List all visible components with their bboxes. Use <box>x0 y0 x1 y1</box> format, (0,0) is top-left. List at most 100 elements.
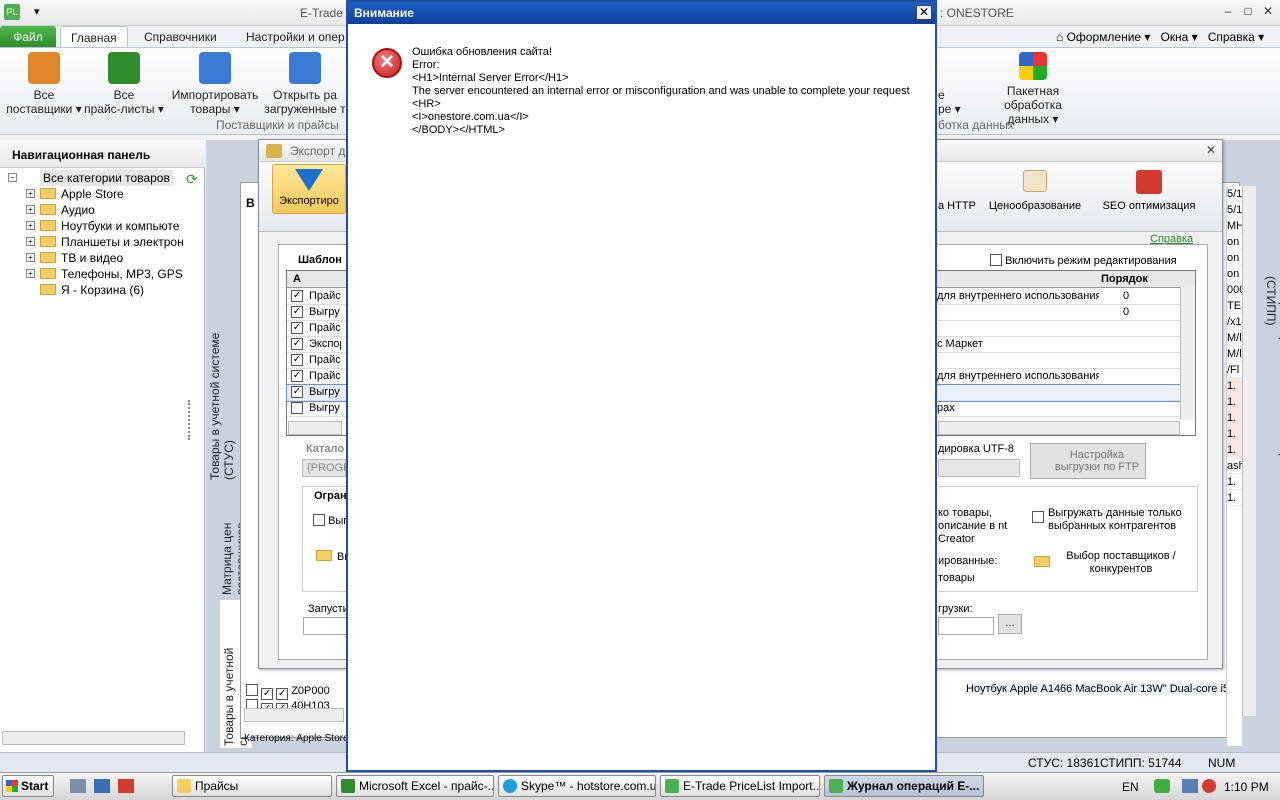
choose-suppliers-button[interactable]: Выбор поставщиков / конкурентов <box>1034 550 1184 576</box>
catalog-input[interactable]: {PROGR <box>302 459 351 477</box>
etrade-icon <box>665 779 679 793</box>
edit-mode-checkbox[interactable]: Включить режим редактирования <box>990 254 1177 267</box>
button-label: загруженные т <box>264 102 346 116</box>
all-suppliers-button[interactable]: Все поставщики ▾ <box>6 52 82 116</box>
ribbon-partial-button[interactable]: е ре ▾ <box>938 52 974 116</box>
appearance-menu[interactable]: ⌂ Оформление ▾ <box>1056 30 1150 44</box>
grid-horizontal-scrollbar[interactable] <box>244 708 344 722</box>
expand-icon[interactable]: + <box>26 269 35 278</box>
language-indicator[interactable]: EN <box>1122 780 1139 794</box>
all-pricelists-button[interactable]: Все прайс-листы ▾ <box>84 52 164 116</box>
checkbox[interactable]: ✓ <box>291 306 303 318</box>
checkbox[interactable]: ✓ <box>291 338 303 350</box>
browse-button[interactable]: ... <box>998 614 1022 634</box>
checkbox[interactable] <box>313 514 325 526</box>
stipp-vertical-scrollbar[interactable] <box>1242 186 1256 716</box>
file-tab[interactable]: Файл <box>0 26 56 48</box>
formed-option[interactable]: ированные: товары <box>938 553 1008 587</box>
column-header: Порядок <box>1101 273 1148 285</box>
nav-horizontal-scrollbar[interactable] <box>2 731 185 745</box>
stipp-grid-column: 5/15/1МНononon000ТЕ/х1M/lM/l/Fl1.1.1.1.1… <box>1226 186 1242 746</box>
expand-icon[interactable]: + <box>26 205 35 214</box>
export-button[interactable]: Экспортиро <box>272 164 346 214</box>
quicklaunch-icon[interactable] <box>70 779 86 793</box>
stipp-cell: 1. <box>1227 490 1242 506</box>
taskbar-item[interactable]: Прайсы <box>172 775 332 797</box>
taskbar-item[interactable]: Microsoft Excel - прайс-... <box>336 775 494 797</box>
only-selected-checkbox[interactable]: Выгружать данные только выбранных контра… <box>1032 507 1192 533</box>
tree-item[interactable]: Аудио <box>40 202 95 218</box>
splitter-handle[interactable] <box>188 400 198 440</box>
tray-icon[interactable] <box>1154 779 1170 793</box>
run-input[interactable] <box>303 617 347 635</box>
checkbox[interactable] <box>990 254 1002 266</box>
network-icon[interactable] <box>1182 779 1198 793</box>
templates-horizontal-scrollbar[interactable] <box>288 421 342 435</box>
checkbox[interactable]: ✓ <box>291 354 303 366</box>
open-imported-button[interactable]: Открыть ра загруженные т <box>262 52 348 116</box>
tree-root[interactable]: Все категории товаров <box>40 170 173 186</box>
tab-stipp[interactable]: Товары в прайс-листах поставщиков (СТИПП… <box>1264 276 1280 516</box>
encoding-label: дировка UTF-8 <box>938 443 1015 455</box>
checkbox[interactable]: ✓ <box>291 370 303 382</box>
checkbox[interactable]: ✓ <box>291 322 303 334</box>
start-button[interactable]: Start <box>2 775 54 797</box>
tree-item[interactable]: Планшеты и электрон <box>40 234 184 250</box>
quick-access-dropdown-icon[interactable]: ▾ <box>34 5 40 18</box>
dialog-close-button[interactable]: ✕ <box>916 5 932 20</box>
pricing-button[interactable]: Ценообразование <box>980 170 1090 212</box>
folder-icon <box>1034 556 1050 567</box>
http-button[interactable]: а HTTP <box>938 200 976 212</box>
expand-icon[interactable]: + <box>26 221 35 230</box>
taskbar-item[interactable]: Skype™ - hotstore.com.ua <box>498 775 656 797</box>
seo-button[interactable]: SEO оптимизация <box>1094 170 1204 212</box>
tree-item[interactable]: Телефоны, MP3, GPS <box>40 266 183 282</box>
desktop-icon[interactable] <box>94 779 110 793</box>
tree-item[interactable]: ТВ и видео <box>40 250 123 266</box>
etrade-icon <box>829 779 843 793</box>
templates-horizontal-scrollbar-right[interactable] <box>938 421 1180 435</box>
alert-icon[interactable] <box>1202 779 1216 793</box>
expand-icon[interactable]: + <box>26 237 35 246</box>
only-goods-option[interactable]: ко товары, описание в nt Creator <box>938 507 1008 546</box>
checkbox[interactable]: ✓ <box>291 386 303 398</box>
export-close-icon[interactable]: ✕ <box>1206 143 1216 157</box>
upload-path-input[interactable] <box>938 617 994 635</box>
batch-processing-button[interactable]: Пакетная обработка данных ▾ <box>990 52 1076 126</box>
close-button[interactable]: ✕ <box>1258 4 1278 20</box>
taskbar-item[interactable]: E-Trade PriceList Import... <box>660 775 820 797</box>
checkbox[interactable] <box>291 402 303 414</box>
clock: 1:10 PM <box>1224 780 1269 794</box>
ribbon-group-label: Поставщики и прайсы <box>216 118 339 132</box>
checkbox[interactable]: ✓ <box>291 290 303 302</box>
status-stipp: СТИПП: 51744 <box>1100 756 1182 770</box>
expand-icon[interactable]: + <box>26 253 35 262</box>
help-menu[interactable]: Справка ▾ <box>1208 30 1264 44</box>
limit-option-button[interactable]: Вы <box>316 550 346 563</box>
taskbar-item-active[interactable]: Журнал операций E-... <box>824 775 984 797</box>
tree-item[interactable]: Apple Store <box>40 186 124 202</box>
tree-item-cart[interactable]: Я - Корзина (6) <box>40 282 144 298</box>
limit-option-checkbox[interactable]: Выг выб <box>313 514 347 527</box>
maximize-button[interactable]: □ <box>1238 4 1258 20</box>
tree-item[interactable]: Ноутбуки и компьюте <box>40 218 179 234</box>
encoding-select[interactable] <box>938 459 1020 477</box>
checkbox[interactable] <box>246 684 258 696</box>
expand-icon[interactable]: + <box>26 189 35 198</box>
refresh-icon[interactable]: ⟳ <box>186 171 198 188</box>
folder-icon <box>40 188 56 199</box>
table-row[interactable]: ✓ ✓ Z0P000 <box>246 684 330 700</box>
ftp-settings-button[interactable]: Настройка выгрузки по FTP <box>1030 443 1146 479</box>
windows-menu[interactable]: Окна ▾ <box>1160 30 1197 44</box>
grid-cell-product-name[interactable]: Ноутбук Apple A1466 MacBook Air 13W" Dua… <box>966 683 1230 695</box>
import-goods-button[interactable]: Импортировать товары ▾ <box>168 52 262 116</box>
checkbox[interactable] <box>1032 511 1044 523</box>
tab-directories[interactable]: Справочники <box>134 26 227 48</box>
tab-home[interactable]: Главная <box>60 26 128 48</box>
templates-vertical-scrollbar[interactable] <box>1180 287 1195 420</box>
app-quicklaunch-icon[interactable] <box>118 779 134 793</box>
upload-label: грузки: <box>938 603 973 615</box>
collapse-icon[interactable]: − <box>8 173 17 182</box>
tab-settings[interactable]: Настройки и опер <box>236 26 355 48</box>
minimize-button[interactable]: – <box>1218 4 1238 20</box>
